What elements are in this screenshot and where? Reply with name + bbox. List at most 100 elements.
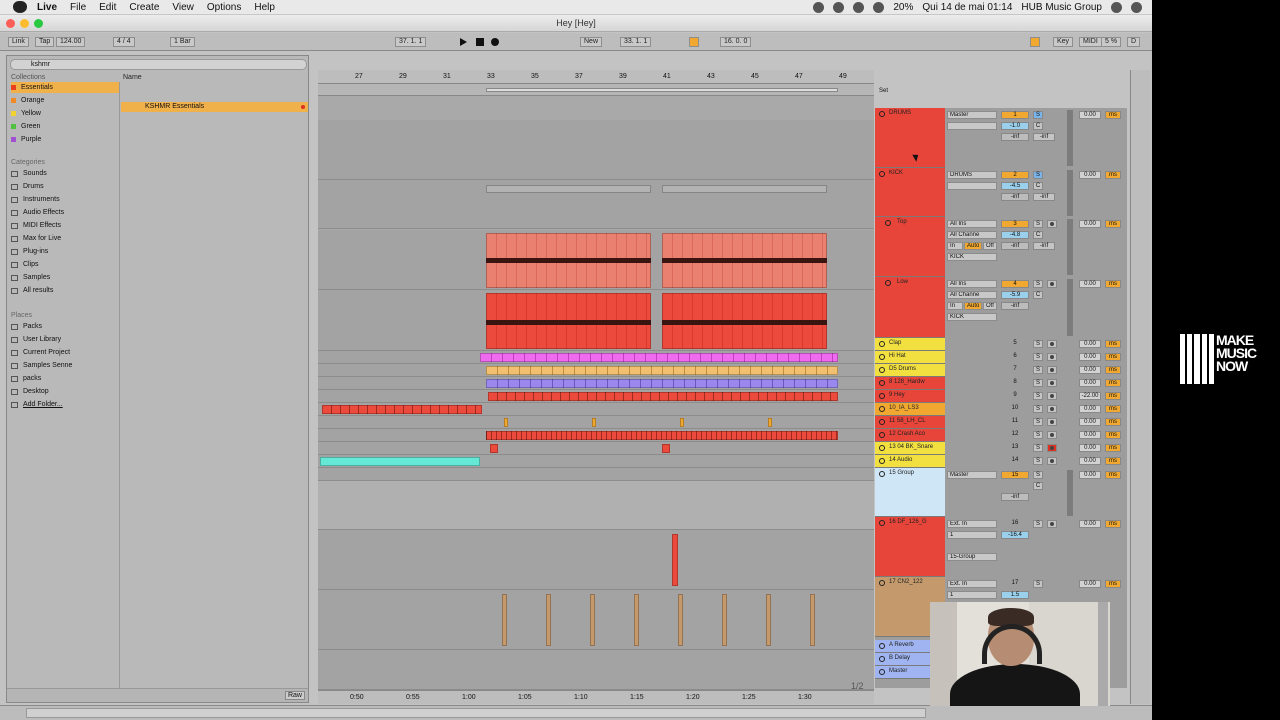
search-input[interactable]: kshmr bbox=[10, 59, 307, 70]
track-delay[interactable]: 0.00 bbox=[1079, 471, 1101, 479]
track-delay[interactable]: 0.00 bbox=[1079, 353, 1101, 361]
delay-unit[interactable]: ms bbox=[1105, 418, 1121, 426]
track-top[interactable]: Top bbox=[875, 217, 945, 277]
menu-live[interactable]: Live bbox=[37, 2, 57, 13]
clip[interactable] bbox=[592, 418, 596, 427]
collection-green[interactable]: Green bbox=[11, 121, 119, 132]
clip[interactable] bbox=[502, 594, 507, 646]
user-name[interactable]: HUB Music Group bbox=[1021, 2, 1102, 13]
category-plugins[interactable]: Plug-ins bbox=[11, 246, 119, 257]
monitor-off[interactable]: Off bbox=[983, 242, 997, 250]
master-track[interactable]: Master bbox=[875, 666, 930, 679]
menu-create[interactable]: Create bbox=[129, 2, 159, 13]
clip[interactable] bbox=[486, 379, 838, 388]
delay-unit[interactable]: ms bbox=[1105, 379, 1121, 387]
track-low[interactable]: Low bbox=[875, 277, 945, 338]
track-hihat[interactable]: Hi Hat bbox=[875, 351, 945, 364]
volume-field[interactable]: -4.5 bbox=[1001, 182, 1029, 190]
menu-file[interactable]: File bbox=[70, 2, 86, 13]
lane-group[interactable] bbox=[318, 481, 874, 530]
minimize-icon[interactable] bbox=[20, 19, 29, 28]
input-channel[interactable]: 1 bbox=[947, 531, 997, 539]
track-activator[interactable]: 2 bbox=[1001, 171, 1029, 179]
input-type[interactable]: Ext. In bbox=[947, 580, 997, 588]
clip[interactable] bbox=[480, 353, 838, 362]
solo-button[interactable]: S bbox=[1033, 171, 1043, 179]
solo-button[interactable]: S bbox=[1033, 340, 1043, 348]
track-number[interactable]: 10 bbox=[1001, 405, 1029, 413]
solo-button[interactable]: S bbox=[1033, 220, 1043, 228]
new-clip-button[interactable]: New bbox=[580, 37, 603, 47]
fold-icon[interactable] bbox=[879, 432, 885, 438]
category-drums[interactable]: Drums bbox=[11, 181, 119, 192]
collection-yellow[interactable]: Yellow bbox=[11, 108, 119, 119]
lane-df[interactable] bbox=[318, 530, 874, 590]
delay-unit[interactable]: ms bbox=[1105, 220, 1121, 228]
output-routing[interactable]: DRUMS bbox=[947, 171, 997, 179]
solo-button[interactable]: S bbox=[1033, 366, 1043, 374]
quantize-menu[interactable]: 1 Bar bbox=[170, 37, 195, 47]
routing-empty[interactable] bbox=[947, 122, 997, 130]
track-drums[interactable]: DRUMS bbox=[875, 108, 945, 168]
clip[interactable] bbox=[322, 405, 482, 414]
output-routing[interactable]: Master bbox=[947, 111, 997, 119]
delay-unit[interactable]: ms bbox=[1105, 444, 1121, 452]
arm-button[interactable] bbox=[1047, 520, 1057, 528]
loop-toggle[interactable] bbox=[689, 37, 699, 47]
track-number[interactable]: 17 bbox=[1001, 580, 1029, 588]
delay-unit[interactable]: ms bbox=[1105, 431, 1121, 439]
fold-icon[interactable] bbox=[879, 419, 885, 425]
monitor-auto[interactable]: Auto bbox=[964, 242, 982, 250]
volume-field[interactable]: -1.0 bbox=[1001, 122, 1029, 130]
delay-unit[interactable]: ms bbox=[1105, 580, 1121, 588]
time-signature[interactable]: 4 / 4 bbox=[113, 37, 135, 47]
track-number[interactable]: 7 bbox=[1001, 366, 1029, 374]
delay-unit[interactable]: ms bbox=[1105, 457, 1121, 465]
clip[interactable] bbox=[680, 418, 684, 427]
pan-field[interactable]: C bbox=[1033, 482, 1043, 490]
solo-button[interactable]: S bbox=[1033, 392, 1043, 400]
delay-unit[interactable]: ms bbox=[1105, 353, 1121, 361]
category-instruments[interactable]: Instruments bbox=[11, 194, 119, 205]
track-number[interactable]: 12 bbox=[1001, 431, 1029, 439]
fold-icon[interactable] bbox=[879, 380, 885, 386]
input-type[interactable]: All Ins bbox=[947, 280, 997, 288]
lane-returns[interactable] bbox=[318, 650, 874, 690]
track-clap[interactable]: Clap bbox=[875, 338, 945, 351]
lane-hihat[interactable] bbox=[318, 364, 874, 377]
solo-button[interactable]: S bbox=[1033, 353, 1043, 361]
lane-top[interactable] bbox=[318, 230, 874, 290]
tap-button[interactable]: Tap bbox=[35, 37, 55, 47]
place-current-project[interactable]: Current Project bbox=[11, 347, 119, 358]
clip[interactable] bbox=[678, 594, 683, 646]
category-audio-effects[interactable]: Audio Effects bbox=[11, 207, 119, 218]
clip[interactable] bbox=[486, 431, 838, 440]
collection-essentials[interactable]: Essentials bbox=[11, 82, 119, 93]
fold-icon[interactable] bbox=[879, 580, 885, 586]
notification-icon[interactable] bbox=[1131, 2, 1142, 13]
input-channel[interactable]: 1 bbox=[947, 591, 997, 599]
collection-purple[interactable]: Purple bbox=[11, 134, 119, 145]
output-routing[interactable]: 15-Group bbox=[947, 553, 997, 561]
delay-unit[interactable]: ms bbox=[1105, 280, 1121, 288]
track-kick[interactable]: KICK bbox=[875, 168, 945, 217]
solo-button[interactable]: S bbox=[1033, 418, 1043, 426]
category-sounds[interactable]: Sounds bbox=[11, 168, 119, 179]
place-samples-senne[interactable]: Samples Senne bbox=[11, 360, 119, 371]
menu-options[interactable]: Options bbox=[207, 2, 241, 13]
lane-low[interactable] bbox=[318, 290, 874, 351]
delay-unit[interactable]: ms bbox=[1105, 171, 1121, 179]
collection-orange[interactable]: Orange bbox=[11, 95, 119, 106]
stop-icon[interactable] bbox=[476, 38, 484, 46]
clip[interactable] bbox=[486, 185, 651, 193]
volume-field[interactable]: -16.4 bbox=[1001, 531, 1029, 539]
clip[interactable] bbox=[768, 418, 772, 427]
clip[interactable] bbox=[486, 366, 838, 375]
lane-d5-drums[interactable] bbox=[318, 377, 874, 390]
track-delay[interactable]: 0.00 bbox=[1079, 418, 1101, 426]
lane-audio[interactable] bbox=[318, 468, 874, 481]
monitor-in[interactable]: In bbox=[947, 242, 963, 250]
time-ruler[interactable]: 0:50 0:55 1:00 1:05 1:10 1:15 1:20 1:25 … bbox=[318, 690, 874, 704]
volume-field[interactable]: 1.5 bbox=[1001, 591, 1029, 599]
delay-unit[interactable]: ms bbox=[1105, 340, 1121, 348]
